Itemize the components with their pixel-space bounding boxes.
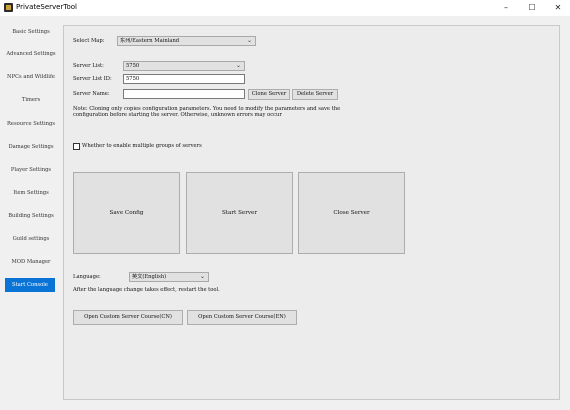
sidebar-item-guild-settings[interactable]: Guild settings bbox=[2, 235, 60, 243]
window-title: PrivateServerTool bbox=[16, 3, 77, 11]
server-name-field[interactable] bbox=[123, 89, 245, 99]
server-name-label: Server Name: bbox=[73, 91, 110, 97]
server-list-value: 5750 bbox=[126, 63, 140, 69]
sidebar-item-start-console[interactable]: Start Console bbox=[5, 278, 55, 292]
sidebar-item-damage-settings[interactable]: Damage Settings bbox=[2, 143, 60, 151]
multi-groups-checkbox[interactable] bbox=[73, 143, 80, 150]
title-bar: PrivateServerTool – ☐ ✕ bbox=[0, 0, 570, 16]
chevron-down-icon: ⌄ bbox=[246, 37, 252, 44]
language-label: Language: bbox=[73, 274, 101, 280]
select-map-dropdown[interactable]: 东州/Eastern Mainland ⌄ bbox=[117, 36, 256, 46]
sidebar-item-timers[interactable]: Timers bbox=[6, 96, 56, 104]
delete-server-button[interactable]: Delete Server bbox=[292, 89, 338, 100]
open-course-cn-button[interactable]: Open Custom Server Course(CN) bbox=[73, 310, 183, 325]
sidebar-item-building-settings[interactable]: Building Settings bbox=[6, 209, 56, 223]
chevron-down-icon: ⌄ bbox=[235, 62, 241, 69]
close-button[interactable]: ✕ bbox=[546, 0, 570, 16]
language-dropdown[interactable]: 英文(English) ⌄ bbox=[129, 272, 209, 282]
sidebar: Basic Settings Advanced Settings NPCs an… bbox=[0, 16, 62, 410]
chevron-down-icon: ⌄ bbox=[199, 273, 205, 280]
maximize-button[interactable]: ☐ bbox=[520, 0, 544, 16]
sidebar-item-player-settings[interactable]: Player Settings bbox=[2, 166, 60, 174]
sidebar-item-npcs-and-wildlife[interactable]: NPCs and Wildlife bbox=[6, 70, 56, 84]
server-list-label: Server List: bbox=[73, 63, 104, 69]
multi-groups-label: Whether to enable multiple groups of ser… bbox=[82, 143, 202, 149]
server-list-id-label: Server List ID: bbox=[73, 76, 112, 82]
app-icon bbox=[4, 3, 13, 12]
select-map-label: Select Map: bbox=[73, 38, 105, 44]
open-course-en-button[interactable]: Open Custom Server Course(EN) bbox=[187, 310, 297, 325]
sidebar-item-item-settings[interactable]: Item Settings bbox=[6, 189, 56, 197]
save-config-button[interactable]: Save Config bbox=[73, 172, 180, 254]
sidebar-item-mod-manager[interactable]: MOD Manager bbox=[6, 258, 56, 266]
close-server-button[interactable]: Close Server bbox=[298, 172, 405, 254]
language-note: After the language change takes effect, … bbox=[73, 287, 220, 293]
server-list-id-field[interactable]: 5750 bbox=[123, 74, 245, 84]
select-map-value: 东州/Eastern Mainland bbox=[120, 38, 180, 44]
start-server-button[interactable]: Start Server bbox=[186, 172, 293, 254]
language-value: 英文(English) bbox=[132, 274, 167, 280]
clone-server-button[interactable]: Clone Server bbox=[248, 89, 290, 100]
sidebar-item-basic-settings[interactable]: Basic Settings bbox=[6, 28, 56, 36]
clone-note: Note: Cloning only copies configuration … bbox=[73, 106, 341, 119]
minimize-button[interactable]: – bbox=[494, 0, 518, 16]
sidebar-item-advanced-settings[interactable]: Advanced Settings bbox=[6, 47, 56, 61]
server-list-dropdown[interactable]: 5750 ⌄ bbox=[123, 61, 245, 71]
sidebar-item-resource-settings[interactable]: Resource Settings bbox=[6, 117, 56, 131]
